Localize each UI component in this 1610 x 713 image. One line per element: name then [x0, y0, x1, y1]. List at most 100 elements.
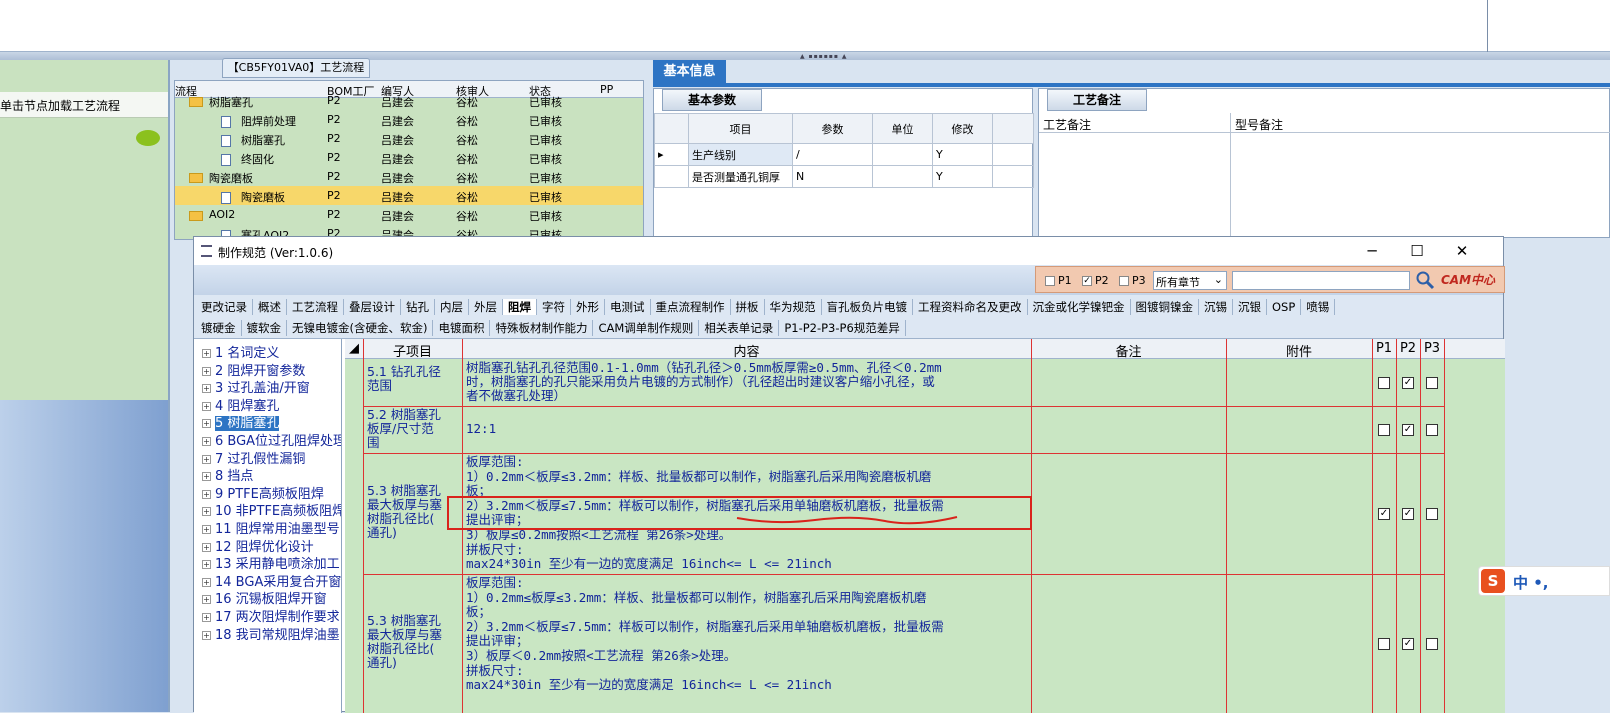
- expand-icon[interactable]: +: [202, 489, 211, 499]
- p2-checkbox[interactable]: ✓: [1402, 423, 1414, 436]
- tab-工程资料命名及更改[interactable]: 工程资料命名及更改: [913, 299, 1028, 315]
- tree-node[interactable]: +3 过孔盖油/开窗: [202, 377, 310, 396]
- table-row[interactable]: 陶瓷磨板 P2 吕建会 谷松 已审核: [175, 186, 643, 205]
- tab-外形[interactable]: 外形: [571, 299, 605, 315]
- tree-node[interactable]: +5 树脂塞孔: [202, 412, 280, 432]
- p3-checkbox[interactable]: [1426, 376, 1438, 389]
- expand-icon[interactable]: +: [202, 472, 211, 482]
- tree-node[interactable]: +18 我司常规阻焊油墨: [202, 624, 340, 643]
- grid-col-content[interactable]: 内容: [462, 341, 1031, 360]
- grid-col-p2[interactable]: P2: [1396, 341, 1420, 356]
- search-input[interactable]: [1232, 271, 1410, 290]
- grid-col-p1[interactable]: P1: [1372, 341, 1396, 356]
- tree-node[interactable]: +7 过孔假性漏铜: [202, 448, 305, 467]
- tab-沉金或化学镍钯金[interactable]: 沉金或化学镍钯金: [1028, 299, 1131, 315]
- grid-col-attach[interactable]: 附件: [1226, 341, 1372, 360]
- tab-盲孔板负片电镀[interactable]: 盲孔板负片电镀: [822, 299, 913, 315]
- param-value[interactable]: /: [792, 143, 873, 166]
- tab-拼板[interactable]: 拼板: [731, 299, 765, 315]
- expand-icon[interactable]: +: [202, 613, 211, 622]
- param-unit[interactable]: [872, 143, 933, 166]
- tree-node[interactable]: +12 阻焊优化设计: [202, 536, 314, 555]
- expand-icon[interactable]: +: [202, 630, 211, 640]
- tree-node[interactable]: +16 沉锡板阻焊开窗: [202, 588, 327, 607]
- chat-bubble-icon[interactable]: [136, 130, 160, 146]
- params-col-modify[interactable]: 修改: [932, 113, 993, 144]
- p2-checkbox[interactable]: ✓: [1402, 638, 1414, 650]
- tab-CAM调单制作规则[interactable]: CAM调单制作规则: [593, 320, 700, 336]
- tab-OSP[interactable]: OSP: [1267, 299, 1302, 315]
- tab-镀硬金[interactable]: 镀硬金: [196, 320, 242, 336]
- p1-checkbox[interactable]: [1378, 423, 1390, 436]
- close-icon[interactable]: ✕: [1444, 240, 1480, 262]
- expand-icon[interactable]: +: [202, 542, 211, 552]
- tab-喷锡[interactable]: 喷锡: [1301, 299, 1336, 315]
- expand-icon[interactable]: +: [202, 595, 211, 605]
- tab-特殊板材制作能力[interactable]: 特殊板材制作能力: [490, 320, 594, 336]
- tab-图镀铜镍金[interactable]: 图镀铜镍金: [1131, 299, 1199, 315]
- minimize-icon[interactable]: ─: [1354, 240, 1390, 262]
- table-row[interactable]: 终固化 P2 吕建会 谷松 已审核: [175, 148, 643, 167]
- tab-阻焊[interactable]: 阻焊: [503, 299, 537, 315]
- expand-icon[interactable]: +: [202, 437, 211, 446]
- tab-概述[interactable]: 概述: [253, 299, 287, 315]
- menu-icon[interactable]: [201, 245, 212, 257]
- tab-外层[interactable]: 外层: [469, 299, 503, 315]
- p2-checkbox[interactable]: ✓: [1402, 376, 1414, 389]
- params-col-unit[interactable]: 单位: [872, 113, 933, 144]
- tree-node[interactable]: +17 两次阻焊制作要求: [202, 606, 340, 625]
- tab-process-remarks[interactable]: 工艺备注: [1047, 89, 1147, 111]
- ime-status[interactable]: 中 •,: [1513, 572, 1549, 593]
- p3-checkbox[interactable]: [1426, 423, 1438, 436]
- p2-checkbox[interactable]: ✓: [1082, 276, 1092, 286]
- table-row[interactable]: 陶瓷磨板 P2 吕建会 谷松 已审核: [175, 167, 643, 186]
- tree-node[interactable]: +13 采用静电喷涂加工: [202, 553, 340, 572]
- grid-col-remark[interactable]: 备注: [1031, 341, 1226, 360]
- remarks-col-model[interactable]: 型号备注: [1235, 116, 1283, 133]
- tree-node[interactable]: +2 阻焊开窗参数: [202, 360, 305, 379]
- tab-沉锡[interactable]: 沉锡: [1199, 299, 1233, 315]
- p1-checkbox[interactable]: [1378, 638, 1390, 650]
- tab-P1-P2-P3-P6规范差异[interactable]: P1-P2-P3-P6规范差异: [779, 320, 906, 336]
- params-col-item[interactable]: 项目: [688, 113, 793, 144]
- param-unit[interactable]: [872, 165, 933, 188]
- expand-icon[interactable]: +: [202, 401, 211, 411]
- expand-icon[interactable]: +: [202, 507, 211, 517]
- expand-icon[interactable]: +: [202, 366, 211, 376]
- tab-内层[interactable]: 内层: [435, 299, 469, 315]
- expand-icon[interactable]: +: [202, 384, 211, 394]
- p3-checkbox[interactable]: [1119, 276, 1129, 286]
- param-modify[interactable]: Y: [932, 165, 993, 188]
- tab-叠层设计[interactable]: 叠层设计: [344, 299, 401, 315]
- grid-col-sub[interactable]: 子项目: [363, 341, 462, 360]
- tab-相关表单记录[interactable]: 相关表单记录: [699, 320, 780, 336]
- expand-icon[interactable]: +: [202, 525, 211, 534]
- search-icon[interactable]: [1415, 270, 1435, 290]
- chapter-select[interactable]: 所有章节 ⌄: [1153, 271, 1227, 290]
- tab-镀软金[interactable]: 镀软金: [242, 320, 287, 336]
- param-modify[interactable]: Y: [932, 143, 993, 166]
- tree-node[interactable]: +10 非PTFE高频板阻焊: [202, 500, 341, 519]
- tab-电镀面积[interactable]: 电镀面积: [433, 320, 491, 336]
- p1-checkbox[interactable]: [1045, 276, 1055, 286]
- table-row[interactable]: 树脂塞孔 P2 吕建会 谷松 已审核: [175, 91, 643, 110]
- table-row[interactable]: ▸ 生产线别 / Y: [654, 143, 1034, 166]
- expand-icon[interactable]: +: [202, 454, 211, 464]
- tab-沉银[interactable]: 沉银: [1233, 299, 1267, 315]
- param-value[interactable]: N: [792, 165, 873, 188]
- tree-node[interactable]: +6 BGA位过孔阻焊处理: [202, 430, 341, 449]
- expand-icon[interactable]: +: [202, 560, 211, 570]
- splitter-grip-icon[interactable]: ▲ ▪▪▪▪▪▪ ▲: [800, 53, 847, 60]
- tree-node[interactable]: +14 BGA采用复合开窗: [202, 571, 341, 590]
- p2-checkbox[interactable]: ✓: [1402, 507, 1414, 520]
- remarks-col-process[interactable]: 工艺备注: [1043, 116, 1091, 133]
- ime-toolbar[interactable]: S 中 •,: [1478, 566, 1610, 596]
- tree-node[interactable]: +11 阻焊常用油墨型号: [202, 518, 340, 537]
- expand-icon[interactable]: +: [202, 419, 211, 429]
- tab-更改记录[interactable]: 更改记录: [196, 299, 253, 315]
- param-item[interactable]: 是否测量通孔铜厚: [688, 165, 793, 188]
- tab-无镍电镀金(含硬金、软金)[interactable]: 无镍电镀金(含硬金、软金): [287, 320, 434, 336]
- table-row[interactable]: 阻焊前处理 P2 吕建会 谷松 已审核: [175, 110, 643, 129]
- tree-node[interactable]: +4 阻焊塞孔: [202, 395, 279, 414]
- table-row[interactable]: 是否测量通孔铜厚 N Y: [654, 165, 1034, 188]
